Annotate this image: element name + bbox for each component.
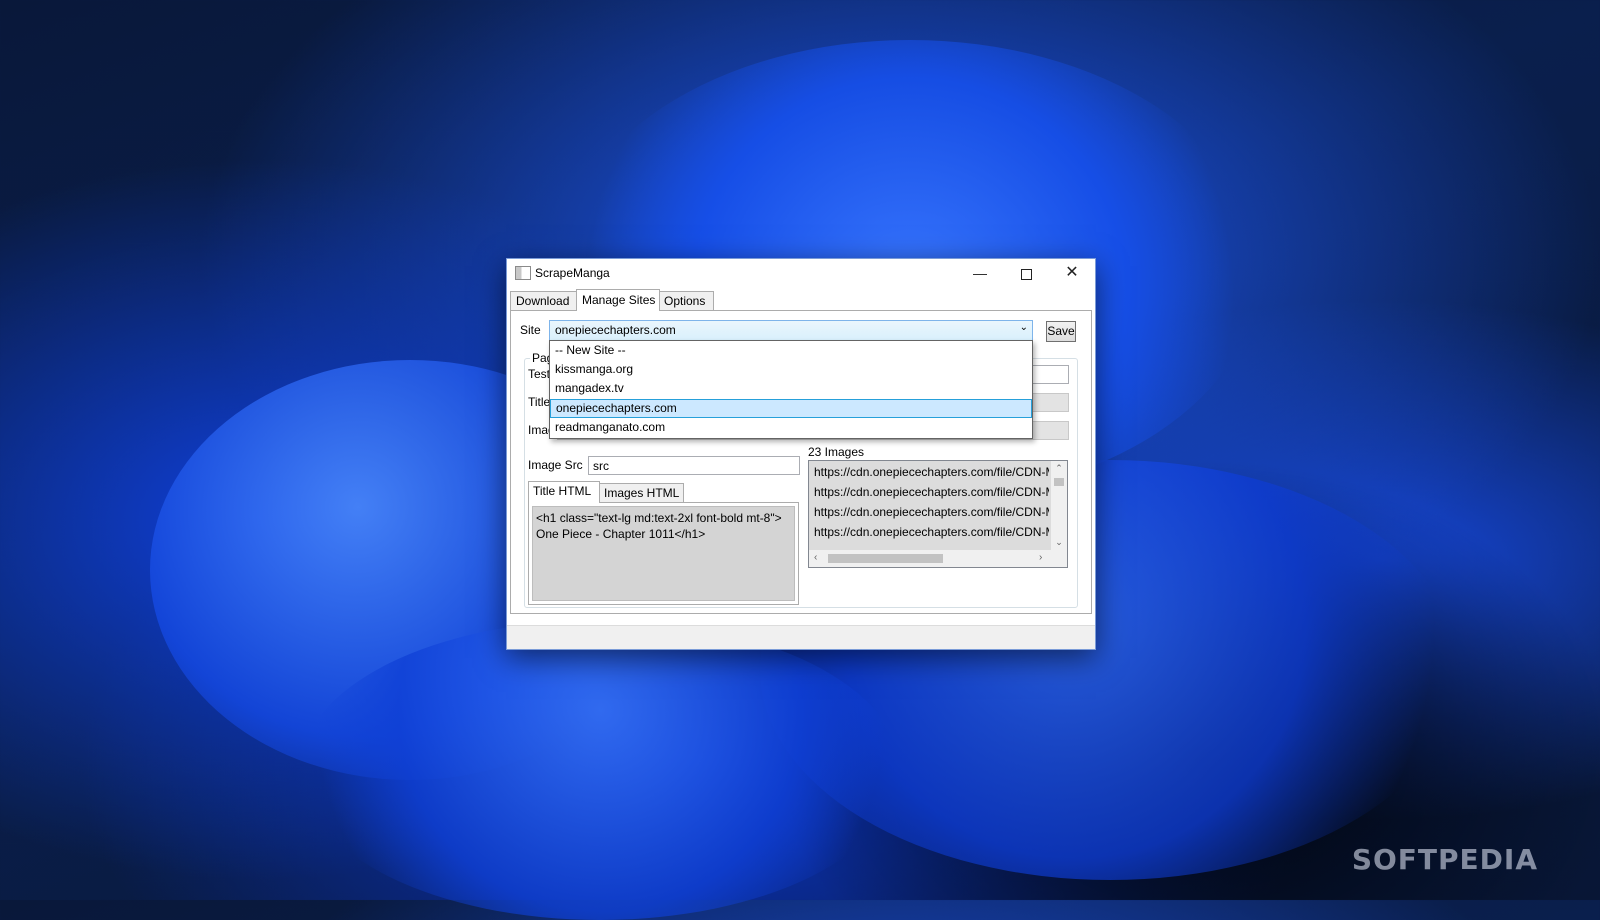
list-item[interactable]: https://cdn.onepiecechapters.com/file/CD…	[814, 485, 1049, 499]
list-item[interactable]: https://cdn.onepiecechapters.com/file/CD…	[814, 525, 1049, 539]
tab-title-html[interactable]: Title HTML	[528, 481, 600, 503]
tab-manage-sites[interactable]: Manage Sites	[576, 289, 660, 311]
image-src-label: Image Src	[528, 458, 583, 472]
horizontal-scrollbar[interactable]: ‹ ›	[809, 550, 1067, 567]
dropdown-option-mangadex[interactable]: mangadex.tv	[550, 379, 1032, 398]
title-bar[interactable]: ScrapeManga — ✕	[507, 259, 1095, 287]
scroll-right-icon[interactable]: ›	[1039, 552, 1042, 563]
images-listbox[interactable]: https://cdn.onepiecechapters.com/file/CD…	[808, 460, 1068, 568]
tab-images-html[interactable]: Images HTML	[599, 483, 684, 502]
dropdown-option-kissmanga[interactable]: kissmanga.org	[550, 360, 1032, 379]
vertical-scrollbar[interactable]: ⌃ ⌄	[1051, 461, 1067, 550]
site-label: Site	[520, 323, 541, 337]
scrapemanga-window: ScrapeManga — ✕ Download Manage Sites Op…	[506, 258, 1096, 650]
save-button[interactable]: Save	[1046, 321, 1076, 342]
vertical-scroll-thumb[interactable]	[1054, 478, 1064, 486]
dropdown-option-readmanganato[interactable]: readmanganato.com	[550, 418, 1032, 437]
softpedia-watermark: SOFTPEDIA	[1351, 843, 1538, 876]
app-icon	[515, 266, 531, 280]
scroll-left-icon[interactable]: ‹	[814, 552, 817, 563]
list-item[interactable]: https://cdn.onepiecechapters.com/file/CD…	[814, 465, 1049, 479]
status-bar	[507, 625, 1095, 649]
site-combobox-value: onepiecechapters.com	[555, 323, 676, 337]
title-label: Title	[528, 395, 551, 409]
minimize-button[interactable]: —	[957, 259, 1003, 287]
title-html-textbox[interactable]: <h1 class="text-lg md:text-2xl font-bold…	[532, 506, 795, 601]
chevron-down-icon: ⌄	[1019, 322, 1028, 333]
horizontal-scroll-thumb[interactable]	[828, 554, 943, 563]
tab-download[interactable]: Download	[510, 291, 577, 310]
dropdown-option-onepiecechapters[interactable]: onepiecechapters.com	[550, 399, 1032, 418]
title-html-panel: <h1 class="text-lg md:text-2xl font-bold…	[528, 502, 799, 605]
maximize-icon	[1020, 268, 1032, 280]
list-item[interactable]: https://cdn.onepiecechapters.com/file/CD…	[814, 505, 1049, 519]
image-src-value: src	[593, 459, 609, 473]
images-count: 23 Images	[808, 445, 865, 459]
site-dropdown-list[interactable]: -- New Site -- kissmanga.org mangadex.tv…	[549, 340, 1033, 439]
window-title: ScrapeManga	[535, 266, 610, 280]
maximize-button[interactable]	[1003, 259, 1049, 287]
image-src-field[interactable]: src	[588, 456, 800, 475]
title-html-text: <h1 class="text-lg md:text-2xl font-bold…	[536, 511, 782, 541]
scroll-up-icon[interactable]: ⌃	[1051, 463, 1067, 474]
test-label: Test	[528, 367, 551, 381]
wallpaper-bloom	[300, 620, 900, 920]
site-combobox[interactable]: onepiecechapters.com ⌄	[549, 320, 1033, 341]
close-button[interactable]: ✕	[1049, 259, 1095, 287]
scroll-down-icon[interactable]: ⌄	[1051, 537, 1067, 548]
dropdown-option-new-site[interactable]: -- New Site --	[550, 341, 1032, 360]
tab-options[interactable]: Options	[658, 291, 714, 310]
manage-sites-panel: Site onepiecechapters.com ⌄ Save Page Te…	[510, 310, 1092, 614]
